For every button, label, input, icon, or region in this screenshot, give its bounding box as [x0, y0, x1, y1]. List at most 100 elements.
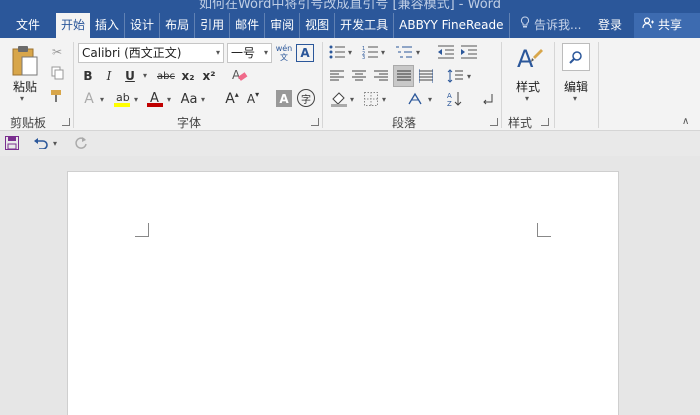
font-launcher-icon[interactable] — [311, 118, 319, 126]
line-spacing-dropdown-icon[interactable]: ▾ — [467, 72, 471, 81]
paste-dropdown-icon[interactable]: ▾ — [20, 94, 24, 103]
save-icon[interactable] — [4, 135, 20, 151]
search-icon[interactable] — [562, 43, 590, 71]
change-case-button[interactable]: Aa — [178, 89, 200, 109]
chinese-layout-dropdown-icon[interactable]: ▾ — [428, 95, 432, 104]
clear-formatting-icon[interactable]: A — [230, 66, 250, 86]
chevron-down-icon: ▾ — [215, 48, 220, 57]
person-icon — [642, 13, 654, 38]
grow-font-button[interactable]: A ▴ — [223, 89, 241, 109]
highlight-icon[interactable]: ab — [112, 89, 132, 109]
editing-label[interactable]: 编辑 — [564, 78, 588, 95]
font-name-combo[interactable]: Calibri (西文正文) ▾ — [78, 43, 224, 63]
divider — [554, 42, 555, 128]
bold-button[interactable]: B — [80, 67, 96, 85]
phonetic-guide-icon[interactable]: wén 文 — [275, 42, 293, 64]
svg-text:Z: Z — [447, 100, 452, 107]
align-right-icon[interactable] — [372, 67, 390, 85]
undo-dropdown-icon[interactable]: ▾ — [53, 139, 57, 148]
tab-layout[interactable]: 布局 — [160, 13, 196, 38]
editing-dropdown-icon[interactable]: ▾ — [573, 94, 577, 103]
text-effects-dropdown-icon[interactable]: ▾ — [100, 95, 104, 104]
document-canvas — [0, 156, 700, 415]
styles-icon[interactable]: A — [514, 44, 544, 76]
format-painter-icon[interactable] — [48, 87, 66, 105]
justify-icon[interactable] — [393, 65, 414, 87]
shading-dropdown-icon[interactable]: ▾ — [350, 95, 354, 104]
superscript-button[interactable]: x² — [200, 67, 218, 85]
tell-me-text: 告诉我... — [534, 18, 582, 32]
distributed-icon[interactable] — [417, 67, 435, 85]
tab-references[interactable]: 引用 — [195, 13, 231, 38]
divider — [598, 42, 599, 128]
tab-insert[interactable]: 插入 — [90, 13, 126, 38]
font-size-combo[interactable]: 一号 ▾ — [227, 43, 272, 63]
styles-launcher-icon[interactable] — [541, 118, 549, 126]
align-center-icon[interactable] — [350, 67, 368, 85]
cut-icon[interactable]: ✂ — [48, 43, 66, 61]
strikethrough-button[interactable]: abc — [154, 67, 178, 85]
tab-review[interactable]: 审阅 — [265, 13, 301, 38]
subscript-button[interactable]: x₂ — [179, 67, 197, 85]
enclose-chars-button[interactable]: 字 — [297, 89, 315, 107]
paste-icon[interactable] — [8, 44, 42, 78]
svg-text:ab: ab — [116, 91, 130, 104]
copy-icon[interactable] — [48, 64, 66, 82]
share-button[interactable]: 共享 — [634, 13, 700, 38]
ribbon-tabs: 文件 开始 插入 设计 布局 引用 邮件 审阅 视图 开发工具 ABBYY Fi… — [0, 13, 510, 38]
login-button[interactable]: 登录 — [598, 13, 622, 38]
change-case-dropdown-icon[interactable]: ▾ — [201, 95, 205, 104]
increase-indent-icon[interactable] — [459, 43, 479, 61]
char-border-icon[interactable]: A — [296, 44, 314, 62]
bullets-icon[interactable] — [328, 43, 346, 61]
tab-mailings[interactable]: 邮件 — [230, 13, 266, 38]
paste-label[interactable]: 粘贴 — [13, 78, 37, 95]
font-color-icon[interactable]: A — [145, 89, 165, 109]
line-spacing-icon[interactable] — [446, 67, 464, 85]
shading-icon[interactable] — [330, 90, 348, 108]
svg-text:A: A — [517, 45, 534, 73]
shrink-font-button[interactable]: A ▾ — [244, 89, 262, 109]
ribbon: 粘贴 ▾ ✂ 剪贴板 Calibri (西文正文) ▾ 一号 ▾ wén 文 A… — [0, 38, 700, 131]
tab-abbyy[interactable]: ABBYY FineReade — [394, 13, 510, 38]
tab-design[interactable]: 设计 — [125, 13, 161, 38]
tell-me-box[interactable]: 告诉我... — [520, 13, 581, 38]
tab-home[interactable]: 开始 — [56, 13, 91, 38]
tab-developer[interactable]: 开发工具 — [335, 13, 395, 38]
numbering-dropdown-icon[interactable]: ▾ — [381, 48, 385, 57]
italic-button[interactable]: I — [101, 67, 117, 85]
multilevel-list-icon[interactable] — [394, 43, 414, 61]
tab-view[interactable]: 视图 — [300, 13, 336, 38]
collapse-ribbon-icon[interactable]: ∧ — [682, 116, 689, 127]
underline-button[interactable]: U — [122, 67, 138, 85]
font-color-dropdown-icon[interactable]: ▾ — [167, 95, 171, 104]
styles-dropdown-icon[interactable]: ▾ — [525, 94, 529, 103]
multilevel-dropdown-icon[interactable]: ▾ — [416, 48, 420, 57]
clipboard-group-label: 剪贴板 — [10, 116, 47, 130]
document-page[interactable] — [67, 171, 619, 415]
bullets-dropdown-icon[interactable]: ▾ — [348, 48, 352, 57]
tab-file[interactable]: 文件 — [0, 13, 56, 38]
font-group-label: 字体 — [177, 116, 202, 130]
repeat-icon[interactable] — [73, 135, 89, 151]
numbering-icon[interactable]: 123 — [361, 43, 379, 61]
text-effects-icon[interactable]: A — [80, 89, 98, 109]
undo-icon[interactable] — [33, 135, 49, 151]
show-marks-icon[interactable] — [479, 90, 497, 108]
share-label: 共享 — [658, 18, 683, 32]
char-shading-button[interactable]: A — [276, 90, 292, 107]
chinese-layout-icon[interactable] — [406, 90, 426, 108]
title-bar: 如何在Word中将引号改成直引号 [兼容模式] - Word 文件 开始 插入 … — [0, 0, 700, 38]
paragraph-launcher-icon[interactable] — [490, 118, 498, 126]
divider — [73, 42, 74, 128]
clipboard-launcher-icon[interactable] — [62, 118, 70, 126]
borders-icon[interactable] — [362, 90, 380, 108]
sort-icon[interactable]: AZ — [446, 90, 464, 108]
styles-label[interactable]: 样式 — [516, 78, 540, 95]
underline-dropdown-icon[interactable]: ▾ — [143, 71, 147, 80]
decrease-indent-icon[interactable] — [436, 43, 456, 61]
grow-font-label: A — [225, 91, 235, 107]
align-left-icon[interactable] — [328, 67, 346, 85]
borders-dropdown-icon[interactable]: ▾ — [382, 95, 386, 104]
highlight-dropdown-icon[interactable]: ▾ — [134, 95, 138, 104]
